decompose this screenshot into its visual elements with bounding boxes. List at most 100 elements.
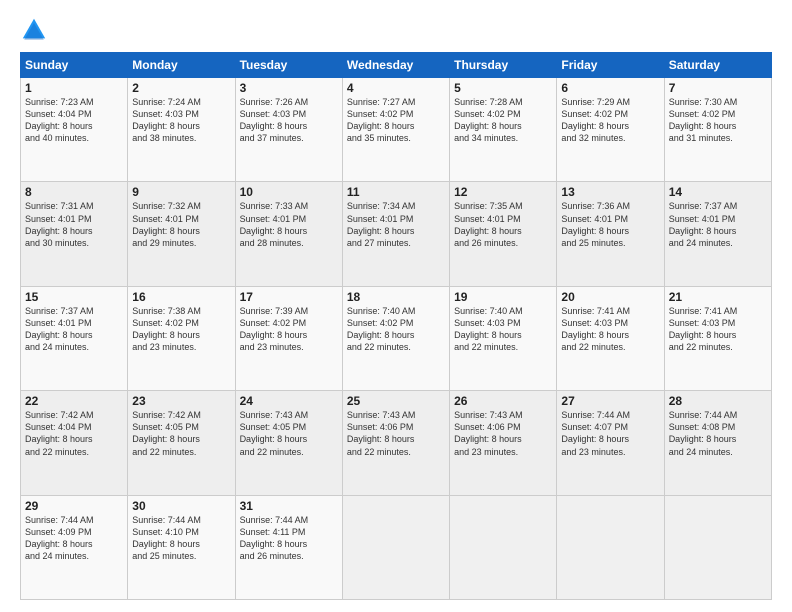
day-content: Sunrise: 7:44 AM Sunset: 4:07 PM Dayligh…	[561, 409, 659, 458]
day-number: 20	[561, 290, 659, 304]
day-number: 4	[347, 81, 445, 95]
day-cell: 6Sunrise: 7:29 AM Sunset: 4:02 PM Daylig…	[557, 78, 664, 182]
day-number: 12	[454, 185, 552, 199]
day-cell: 18Sunrise: 7:40 AM Sunset: 4:02 PM Dayli…	[342, 286, 449, 390]
day-content: Sunrise: 7:24 AM Sunset: 4:03 PM Dayligh…	[132, 96, 230, 145]
day-content: Sunrise: 7:41 AM Sunset: 4:03 PM Dayligh…	[669, 305, 767, 354]
day-number: 24	[240, 394, 338, 408]
calendar-table: SundayMondayTuesdayWednesdayThursdayFrid…	[20, 52, 772, 600]
day-content: Sunrise: 7:37 AM Sunset: 4:01 PM Dayligh…	[25, 305, 123, 354]
header-row: SundayMondayTuesdayWednesdayThursdayFrid…	[21, 53, 772, 78]
day-content: Sunrise: 7:40 AM Sunset: 4:03 PM Dayligh…	[454, 305, 552, 354]
day-cell: 28Sunrise: 7:44 AM Sunset: 4:08 PM Dayli…	[664, 391, 771, 495]
day-cell: 20Sunrise: 7:41 AM Sunset: 4:03 PM Dayli…	[557, 286, 664, 390]
day-number: 27	[561, 394, 659, 408]
header-cell-friday: Friday	[557, 53, 664, 78]
day-content: Sunrise: 7:28 AM Sunset: 4:02 PM Dayligh…	[454, 96, 552, 145]
day-content: Sunrise: 7:43 AM Sunset: 4:05 PM Dayligh…	[240, 409, 338, 458]
day-number: 7	[669, 81, 767, 95]
day-content: Sunrise: 7:43 AM Sunset: 4:06 PM Dayligh…	[454, 409, 552, 458]
day-cell	[664, 495, 771, 599]
day-cell: 19Sunrise: 7:40 AM Sunset: 4:03 PM Dayli…	[450, 286, 557, 390]
day-cell: 31Sunrise: 7:44 AM Sunset: 4:11 PM Dayli…	[235, 495, 342, 599]
day-content: Sunrise: 7:44 AM Sunset: 4:10 PM Dayligh…	[132, 514, 230, 563]
day-cell: 5Sunrise: 7:28 AM Sunset: 4:02 PM Daylig…	[450, 78, 557, 182]
day-number: 5	[454, 81, 552, 95]
day-content: Sunrise: 7:44 AM Sunset: 4:11 PM Dayligh…	[240, 514, 338, 563]
day-content: Sunrise: 7:31 AM Sunset: 4:01 PM Dayligh…	[25, 200, 123, 249]
day-cell: 9Sunrise: 7:32 AM Sunset: 4:01 PM Daylig…	[128, 182, 235, 286]
day-cell	[557, 495, 664, 599]
header-cell-monday: Monday	[128, 53, 235, 78]
day-content: Sunrise: 7:41 AM Sunset: 4:03 PM Dayligh…	[561, 305, 659, 354]
calendar-page: SundayMondayTuesdayWednesdayThursdayFrid…	[0, 0, 792, 612]
day-number: 15	[25, 290, 123, 304]
day-content: Sunrise: 7:36 AM Sunset: 4:01 PM Dayligh…	[561, 200, 659, 249]
week-row-3: 15Sunrise: 7:37 AM Sunset: 4:01 PM Dayli…	[21, 286, 772, 390]
day-number: 19	[454, 290, 552, 304]
day-cell: 15Sunrise: 7:37 AM Sunset: 4:01 PM Dayli…	[21, 286, 128, 390]
day-cell: 4Sunrise: 7:27 AM Sunset: 4:02 PM Daylig…	[342, 78, 449, 182]
day-content: Sunrise: 7:37 AM Sunset: 4:01 PM Dayligh…	[669, 200, 767, 249]
day-number: 1	[25, 81, 123, 95]
day-number: 2	[132, 81, 230, 95]
day-cell: 27Sunrise: 7:44 AM Sunset: 4:07 PM Dayli…	[557, 391, 664, 495]
day-cell: 16Sunrise: 7:38 AM Sunset: 4:02 PM Dayli…	[128, 286, 235, 390]
day-number: 26	[454, 394, 552, 408]
day-cell: 30Sunrise: 7:44 AM Sunset: 4:10 PM Dayli…	[128, 495, 235, 599]
day-number: 9	[132, 185, 230, 199]
day-content: Sunrise: 7:23 AM Sunset: 4:04 PM Dayligh…	[25, 96, 123, 145]
week-row-5: 29Sunrise: 7:44 AM Sunset: 4:09 PM Dayli…	[21, 495, 772, 599]
header-cell-tuesday: Tuesday	[235, 53, 342, 78]
header-cell-saturday: Saturday	[664, 53, 771, 78]
day-cell: 7Sunrise: 7:30 AM Sunset: 4:02 PM Daylig…	[664, 78, 771, 182]
day-cell: 24Sunrise: 7:43 AM Sunset: 4:05 PM Dayli…	[235, 391, 342, 495]
day-content: Sunrise: 7:33 AM Sunset: 4:01 PM Dayligh…	[240, 200, 338, 249]
day-content: Sunrise: 7:32 AM Sunset: 4:01 PM Dayligh…	[132, 200, 230, 249]
day-number: 6	[561, 81, 659, 95]
day-content: Sunrise: 7:44 AM Sunset: 4:09 PM Dayligh…	[25, 514, 123, 563]
day-number: 29	[25, 499, 123, 513]
header-cell-sunday: Sunday	[21, 53, 128, 78]
day-number: 3	[240, 81, 338, 95]
day-number: 10	[240, 185, 338, 199]
day-number: 18	[347, 290, 445, 304]
day-content: Sunrise: 7:38 AM Sunset: 4:02 PM Dayligh…	[132, 305, 230, 354]
day-cell: 29Sunrise: 7:44 AM Sunset: 4:09 PM Dayli…	[21, 495, 128, 599]
day-content: Sunrise: 7:42 AM Sunset: 4:04 PM Dayligh…	[25, 409, 123, 458]
day-number: 22	[25, 394, 123, 408]
week-row-1: 1Sunrise: 7:23 AM Sunset: 4:04 PM Daylig…	[21, 78, 772, 182]
day-content: Sunrise: 7:42 AM Sunset: 4:05 PM Dayligh…	[132, 409, 230, 458]
day-number: 28	[669, 394, 767, 408]
day-number: 17	[240, 290, 338, 304]
day-content: Sunrise: 7:40 AM Sunset: 4:02 PM Dayligh…	[347, 305, 445, 354]
day-cell	[450, 495, 557, 599]
day-number: 23	[132, 394, 230, 408]
day-number: 31	[240, 499, 338, 513]
day-cell	[342, 495, 449, 599]
day-cell: 11Sunrise: 7:34 AM Sunset: 4:01 PM Dayli…	[342, 182, 449, 286]
day-content: Sunrise: 7:27 AM Sunset: 4:02 PM Dayligh…	[347, 96, 445, 145]
day-number: 21	[669, 290, 767, 304]
day-cell: 8Sunrise: 7:31 AM Sunset: 4:01 PM Daylig…	[21, 182, 128, 286]
header-cell-thursday: Thursday	[450, 53, 557, 78]
day-content: Sunrise: 7:29 AM Sunset: 4:02 PM Dayligh…	[561, 96, 659, 145]
day-cell: 1Sunrise: 7:23 AM Sunset: 4:04 PM Daylig…	[21, 78, 128, 182]
day-cell: 13Sunrise: 7:36 AM Sunset: 4:01 PM Dayli…	[557, 182, 664, 286]
day-cell: 17Sunrise: 7:39 AM Sunset: 4:02 PM Dayli…	[235, 286, 342, 390]
day-cell: 25Sunrise: 7:43 AM Sunset: 4:06 PM Dayli…	[342, 391, 449, 495]
header-cell-wednesday: Wednesday	[342, 53, 449, 78]
day-cell: 14Sunrise: 7:37 AM Sunset: 4:01 PM Dayli…	[664, 182, 771, 286]
day-content: Sunrise: 7:39 AM Sunset: 4:02 PM Dayligh…	[240, 305, 338, 354]
day-cell: 26Sunrise: 7:43 AM Sunset: 4:06 PM Dayli…	[450, 391, 557, 495]
day-cell: 10Sunrise: 7:33 AM Sunset: 4:01 PM Dayli…	[235, 182, 342, 286]
logo	[20, 16, 53, 44]
day-cell: 2Sunrise: 7:24 AM Sunset: 4:03 PM Daylig…	[128, 78, 235, 182]
logo-icon	[20, 16, 48, 44]
day-cell: 21Sunrise: 7:41 AM Sunset: 4:03 PM Dayli…	[664, 286, 771, 390]
day-content: Sunrise: 7:35 AM Sunset: 4:01 PM Dayligh…	[454, 200, 552, 249]
day-number: 13	[561, 185, 659, 199]
day-cell: 22Sunrise: 7:42 AM Sunset: 4:04 PM Dayli…	[21, 391, 128, 495]
day-cell: 3Sunrise: 7:26 AM Sunset: 4:03 PM Daylig…	[235, 78, 342, 182]
day-number: 14	[669, 185, 767, 199]
